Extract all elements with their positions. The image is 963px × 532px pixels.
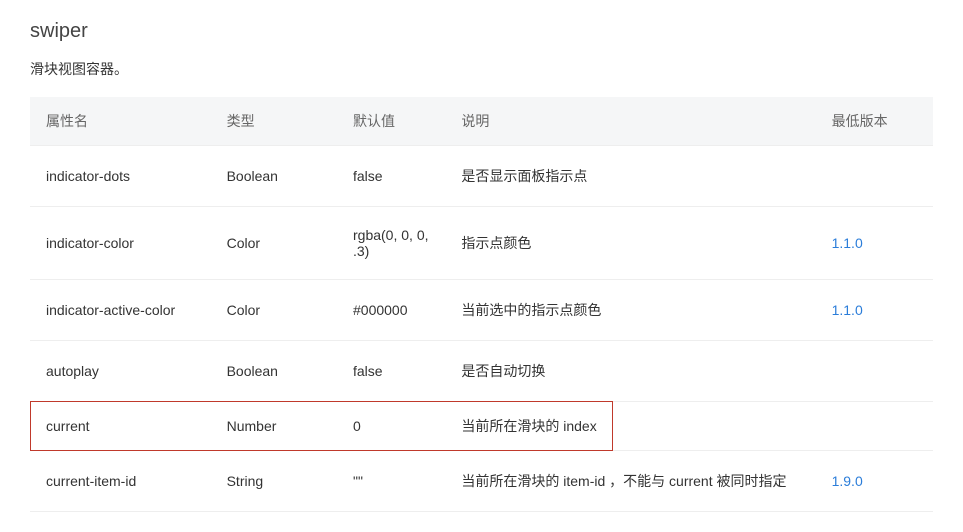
page-subtitle: 滑块视图容器。 xyxy=(30,59,933,79)
cell-description: 指示点颜色 xyxy=(445,207,815,280)
properties-table: 属性名 类型 默认值 说明 最低版本 indicator-dotsBoolean… xyxy=(30,97,933,512)
cell-min-version xyxy=(816,402,933,451)
cell-type: Boolean xyxy=(211,341,337,402)
version-link[interactable]: 1.1.0 xyxy=(832,235,863,251)
page-title: swiper xyxy=(30,20,933,43)
cell-default: 0 xyxy=(337,402,445,451)
cell-type: String xyxy=(211,451,337,512)
table-row: current-item-idString""当前所在滑块的 item-id ，… xyxy=(30,451,933,512)
version-link[interactable]: 1.1.0 xyxy=(832,302,863,318)
cell-type: Color xyxy=(211,280,337,341)
cell-property: current xyxy=(30,402,211,451)
cell-min-version: 1.9.0 xyxy=(816,451,933,512)
table-header-row: 属性名 类型 默认值 说明 最低版本 xyxy=(30,97,933,146)
col-header-type: 类型 xyxy=(211,97,337,146)
cell-default: "" xyxy=(337,451,445,512)
cell-min-version: 1.1.0 xyxy=(816,207,933,280)
cell-description: 是否自动切换 xyxy=(445,341,815,402)
table-row: indicator-active-colorColor#000000当前选中的指… xyxy=(30,280,933,341)
cell-min-version: 1.1.0 xyxy=(816,280,933,341)
table-row: autoplayBooleanfalse是否自动切换 xyxy=(30,341,933,402)
cell-description: 是否显示面板指示点 xyxy=(445,146,815,207)
col-header-property: 属性名 xyxy=(30,97,211,146)
cell-default: false xyxy=(337,341,445,402)
cell-type: Number xyxy=(211,402,337,451)
cell-default: false xyxy=(337,146,445,207)
col-header-description: 说明 xyxy=(445,97,815,146)
version-link[interactable]: 1.9.0 xyxy=(832,473,863,489)
cell-min-version xyxy=(816,341,933,402)
col-header-default: 默认值 xyxy=(337,97,445,146)
cell-property: indicator-active-color xyxy=(30,280,211,341)
cell-default: #000000 xyxy=(337,280,445,341)
table-row: indicator-colorColorrgba(0, 0, 0, .3)指示点… xyxy=(30,207,933,280)
cell-description: 当前所在滑块的 item-id ，不能与 current 被同时指定 xyxy=(445,451,815,512)
col-header-min-version: 最低版本 xyxy=(816,97,933,146)
cell-description: 当前选中的指示点颜色 xyxy=(445,280,815,341)
cell-description: 当前所在滑块的 index xyxy=(445,402,815,451)
cell-property: indicator-dots xyxy=(30,146,211,207)
table-row: indicator-dotsBooleanfalse是否显示面板指示点 xyxy=(30,146,933,207)
cell-default: rgba(0, 0, 0, .3) xyxy=(337,207,445,280)
cell-property: autoplay xyxy=(30,341,211,402)
cell-type: Color xyxy=(211,207,337,280)
cell-property: indicator-color xyxy=(30,207,211,280)
cell-type: Boolean xyxy=(211,146,337,207)
cell-property: current-item-id xyxy=(30,451,211,512)
cell-min-version xyxy=(816,146,933,207)
table-row: currentNumber0当前所在滑块的 index xyxy=(30,402,933,451)
